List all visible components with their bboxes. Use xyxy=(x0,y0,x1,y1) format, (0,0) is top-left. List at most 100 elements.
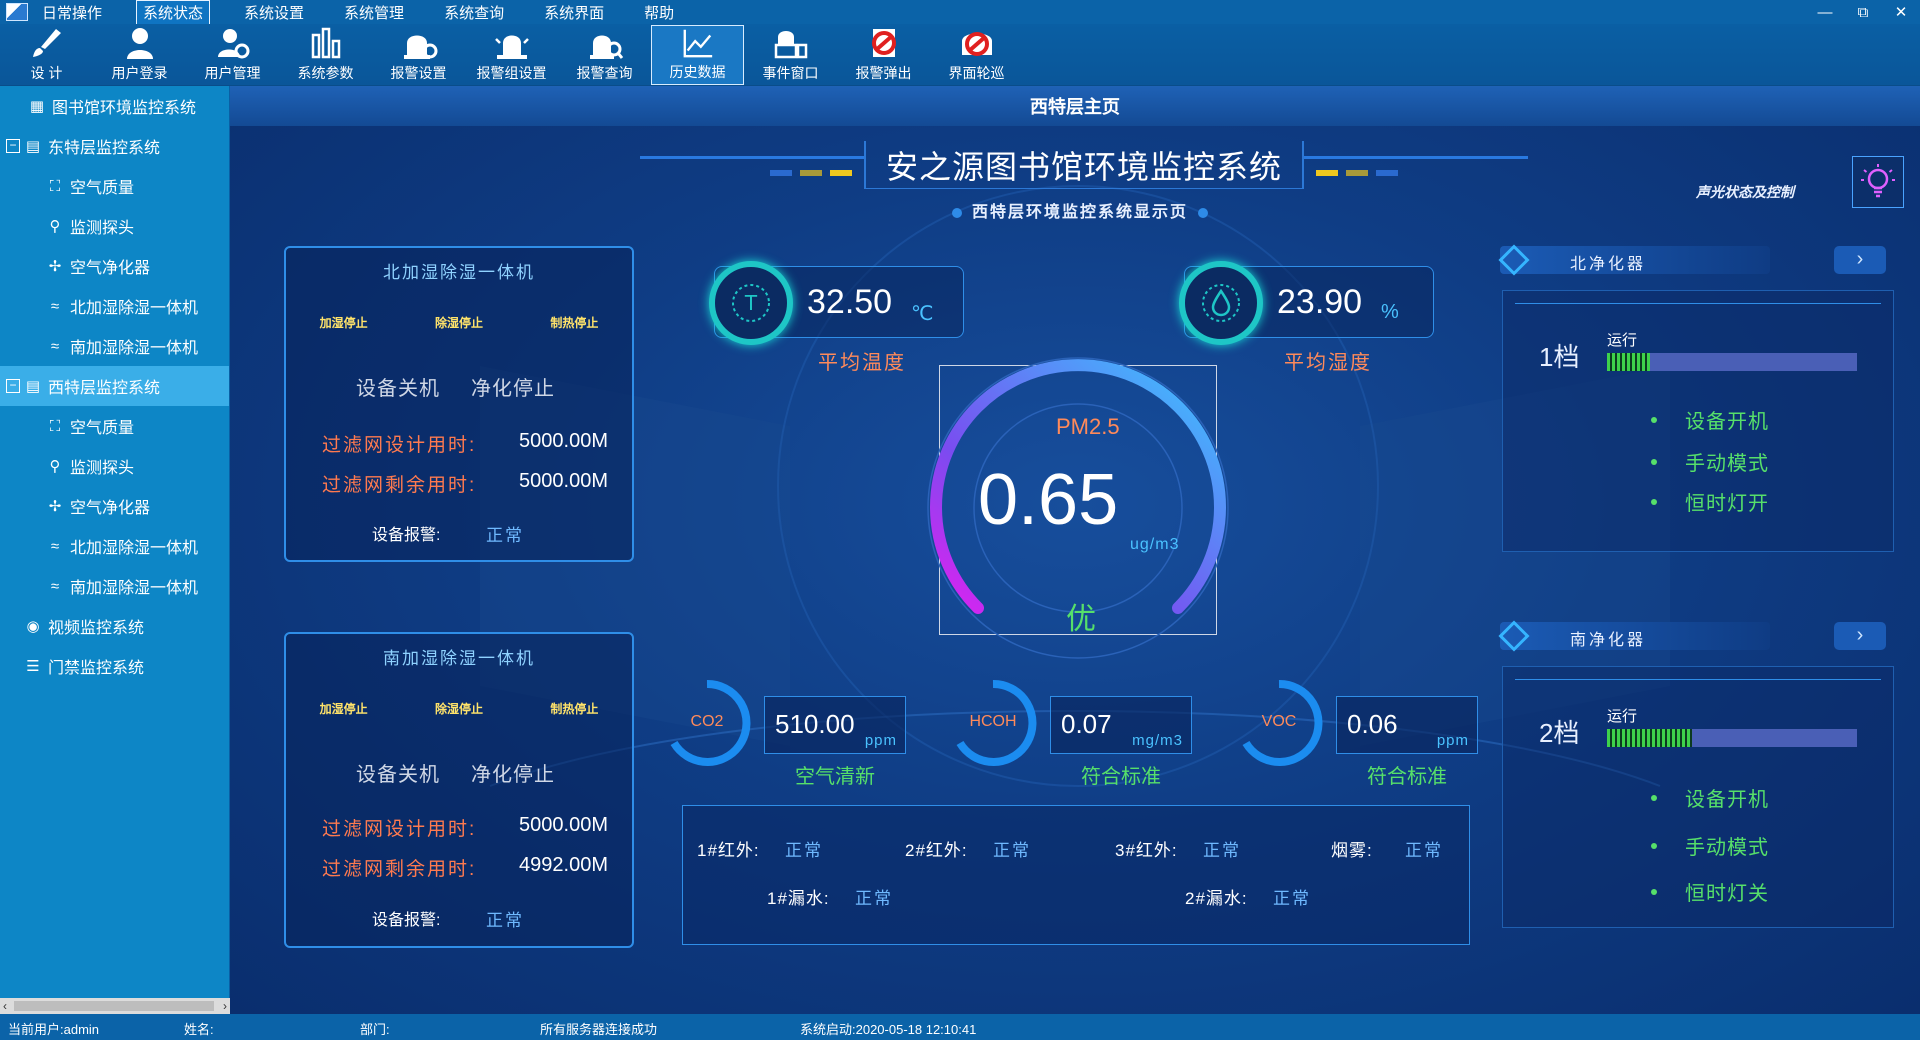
mode-status: 手动模式 xyxy=(1685,453,1769,475)
sidebar-item-east-floor[interactable]: − ▤ 东特层监控系统 xyxy=(0,126,229,166)
tool-alarm-group[interactable]: 报警组设置 xyxy=(465,25,558,85)
menu-system-settings[interactable]: 系统设置 xyxy=(238,1,310,24)
sidebar-item-west-probe[interactable]: ⚲ 监测探头 xyxy=(0,446,229,486)
menu-system-ui[interactable]: 系统界面 xyxy=(538,1,610,24)
sidebar-item-west-south-humidifier[interactable]: ≈ 南加湿除湿一体机 xyxy=(0,566,229,606)
tool-user-manage[interactable]: 用户管理 xyxy=(186,25,279,85)
wave-icon: ≈ xyxy=(50,537,60,555)
south-purifier-panel: 2档 运行 设备开机 手动模式 恒时灯关 xyxy=(1502,666,1894,928)
run-progress-fill xyxy=(1607,729,1692,747)
filter-design-label: 过滤网设计用时: xyxy=(322,819,477,840)
sound-light-button[interactable] xyxy=(1852,156,1904,208)
sidebar-item-east-south-humidifier[interactable]: ≈ 南加湿除湿一体机 xyxy=(0,326,229,366)
sidebar-item-east-north-humidifier[interactable]: ≈ 北加湿除湿一体机 xyxy=(0,286,229,326)
minimize-button[interactable]: — xyxy=(1806,4,1844,21)
sidebar-item-label: 北加湿除湿一体机 xyxy=(70,300,199,317)
humidity-value: 23.90 xyxy=(1277,283,1363,321)
sidebar-item-west-floor[interactable]: − ▤ 西特层监控系统 xyxy=(0,366,229,406)
north-purifier-next-button[interactable]: › xyxy=(1834,246,1886,274)
sidebar-item-east-purifier[interactable]: ✢ 空气净化器 xyxy=(0,246,229,286)
tool-design[interactable]: 设 计 xyxy=(0,25,93,85)
tool-label: 界面轮巡 xyxy=(948,65,1005,81)
scroll-thumb[interactable] xyxy=(14,1001,214,1011)
south-purifier-next-button[interactable]: › xyxy=(1834,622,1886,650)
temperature-widget: T 32.50 ℃ xyxy=(709,261,964,345)
tool-screen-patrol[interactable]: 界面轮巡 xyxy=(930,25,1023,85)
folder-icon: ▤ xyxy=(25,378,41,395)
sidebar-item-east-air-quality[interactable]: ⛶ 空气质量 xyxy=(0,166,229,206)
hcoh-unit: mg/m3 xyxy=(1132,732,1183,749)
sidebar-item-access-control[interactable]: ☰ 门禁监控系统 xyxy=(0,646,229,686)
headline-dash xyxy=(800,170,822,176)
collapse-toggle[interactable]: − xyxy=(6,139,20,153)
co2-caption: 空气清新 xyxy=(795,766,875,788)
tool-alarm-query[interactable]: 报警查询 xyxy=(558,25,651,85)
heating-state: 制热停止 xyxy=(550,702,599,716)
power-status: 设备开机 xyxy=(1685,411,1769,433)
tool-label: 报警设置 xyxy=(390,65,447,81)
tool-system-params[interactable]: 系统参数 xyxy=(279,25,372,85)
menu-system-query[interactable]: 系统查询 xyxy=(438,1,510,24)
voc-caption: 符合标准 xyxy=(1367,766,1447,788)
sidebar-item-label: 空气净化器 xyxy=(70,500,151,517)
humidity-caption: 平均湿度 xyxy=(1284,352,1372,374)
wave-icon: ≈ xyxy=(50,577,60,595)
alarm-query-icon xyxy=(589,35,623,59)
scroll-left-icon[interactable]: ‹ xyxy=(3,999,7,1013)
grid-icon: ▦ xyxy=(29,98,45,115)
collapse-toggle[interactable]: − xyxy=(6,379,20,393)
voc-value-box: 0.06 ppm xyxy=(1336,696,1478,754)
tool-alarm-popup[interactable]: 报警弹出 xyxy=(837,25,930,85)
menu-help[interactable]: 帮助 xyxy=(638,1,680,24)
menu-daily-ops[interactable]: 日常操作 xyxy=(36,1,108,24)
run-label: 运行 xyxy=(1607,708,1638,725)
sidebar-item-label: 视频监控系统 xyxy=(48,620,145,637)
tool-label: 用户管理 xyxy=(204,65,261,81)
main-dashboard: 西特层主页 安之源图书馆环境监控系统 西特层环境监控系统显示页 声光状态及控制 … xyxy=(230,86,1920,1014)
tool-history-data[interactable]: 历史数据 xyxy=(651,25,744,85)
lamp-status: 恒时灯开 xyxy=(1685,493,1769,515)
sidebar-item-library-system[interactable]: ▦ 图书馆环境监控系统 xyxy=(0,86,229,126)
probe-icon: ⚲ xyxy=(49,218,61,235)
mode-status: 手动模式 xyxy=(1685,837,1769,859)
screen-patrol-icon xyxy=(961,32,992,56)
pm25-unit: ug/m3 xyxy=(1130,536,1180,553)
sidebar-item-west-north-humidifier[interactable]: ≈ 北加湿除湿一体机 xyxy=(0,526,229,566)
folder-icon: ▤ xyxy=(25,138,41,155)
purify-state: 净化停止 xyxy=(471,378,555,400)
voc-unit: ppm xyxy=(1436,732,1469,749)
chevron-right-icon: › xyxy=(1856,624,1864,646)
menu-system-manage[interactable]: 系统管理 xyxy=(338,1,410,24)
status-bar: 当前用户:admin 姓名: 部门: 所有服务器连接成功 系统启动:2020-0… xyxy=(0,1014,1920,1040)
restore-button[interactable]: ⧉ xyxy=(1844,4,1882,21)
tool-label: 设 计 xyxy=(30,65,63,81)
north-purifier-panel: 1档 运行 设备开机 手动模式 恒时灯开 xyxy=(1502,290,1894,552)
sidebar-horizontal-scrollbar[interactable]: ‹ › xyxy=(0,998,230,1014)
tool-event-window[interactable]: 事件窗口 xyxy=(744,25,837,85)
sidebar-item-west-purifier[interactable]: ✢ 空气净化器 xyxy=(0,486,229,526)
lamp-status: 恒时灯关 xyxy=(1685,883,1769,905)
scroll-right-icon[interactable]: › xyxy=(223,999,227,1013)
sidebar-item-east-probe[interactable]: ⚲ 监测探头 xyxy=(0,206,229,246)
sidebar-item-label: 空气质量 xyxy=(70,420,135,437)
humidify-state: 加湿停止 xyxy=(319,702,368,716)
filter-remain-value: 5000.00M xyxy=(519,470,608,492)
tool-alarm-settings[interactable]: 报警设置 xyxy=(372,25,465,85)
tool-label: 报警组设置 xyxy=(476,65,547,81)
probe-icon: ⚲ xyxy=(49,458,61,475)
sidebar-item-video[interactable]: ◉ 视频监控系统 xyxy=(0,606,229,646)
dehumidify-state: 除湿停止 xyxy=(434,316,483,330)
headline-dash xyxy=(1376,170,1398,176)
filter-design-value: 5000.00M xyxy=(519,430,608,452)
bullet-icon xyxy=(1651,795,1657,801)
menu-system-status[interactable]: 系统状态 xyxy=(136,0,211,25)
light-bulb-icon xyxy=(1861,164,1895,198)
co2-value: 510.00 xyxy=(775,709,855,739)
panel-title: 北加湿除湿一体机 xyxy=(383,263,535,282)
tool-user-login[interactable]: 用户登录 xyxy=(93,25,186,85)
gear-level: 2档 xyxy=(1539,718,1580,748)
sidebar-item-west-air-quality[interactable]: ⛶ 空气质量 xyxy=(0,406,229,446)
close-button[interactable]: ✕ xyxy=(1882,3,1920,21)
co2-value-box: 510.00 ppm xyxy=(764,696,906,754)
bullet-icon xyxy=(1651,459,1657,465)
